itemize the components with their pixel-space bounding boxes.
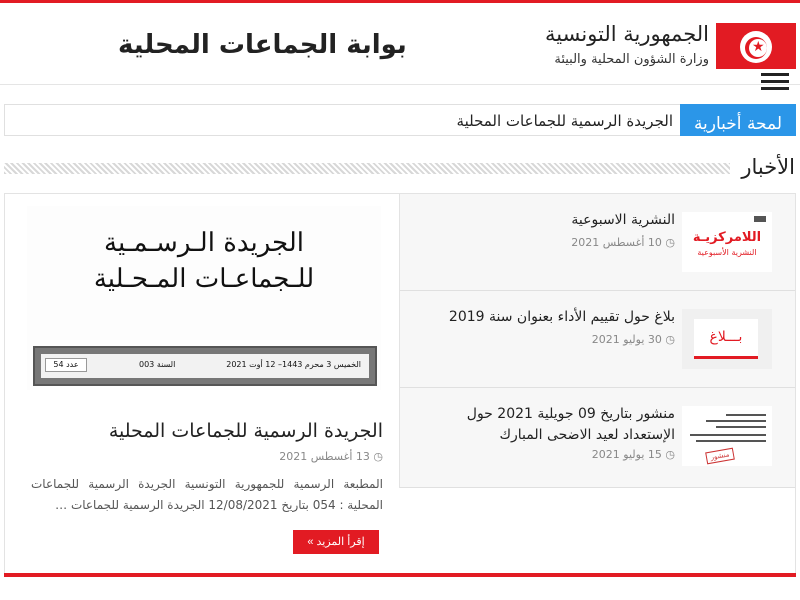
read-more-button[interactable]: إقرأ المزيد » [293, 530, 379, 554]
ministry-title[interactable]: وزارة الشؤون المحلية والبيئة [554, 52, 709, 67]
news-thumbnail[interactable]: منشور [682, 406, 772, 466]
featured-image[interactable]: الجريدة الـرسـمـية للـجماعـات المـحـلية … [27, 206, 381, 390]
republic-title[interactable]: الجمهورية التونسية [545, 22, 709, 46]
gazette-info-bar: الخميس 3 محرم 1443– 12 أوت 2021 السنة 00… [33, 346, 377, 386]
news-title[interactable]: بلاغ حول تقييم الأداء بعنوان سنة 2019 [415, 307, 675, 328]
news-title[interactable]: منشور بتاريخ 09 جويلية 2021 حول الإستعدا… [415, 404, 675, 446]
site-header: ★ الجمهورية التونسية وزارة الشؤون المحلي… [0, 3, 800, 90]
news-thumbnail[interactable]: اللامركزيـة النشرية الأسبوعية [682, 212, 772, 272]
section-title: الأخبار [741, 155, 795, 179]
gazette-year: السنة 003 [139, 360, 176, 369]
gazette-title-line1: الجريدة الـرسـمـية [104, 228, 304, 258]
featured-date: ◷ 13 أغسطس 2021 [279, 450, 383, 463]
list-item[interactable]: اللامركزيـة النشرية الأسبوعية النشرية ال… [400, 194, 795, 291]
clock-icon: ◷ [665, 333, 675, 346]
featured-article: الجريدة الـرسـمـية للـجماعـات المـحـلية … [5, 194, 399, 574]
featured-title[interactable]: الجريدة الرسمية للجماعات المحلية [109, 420, 383, 442]
bottom-accent-bar [4, 573, 796, 577]
list-item[interactable]: بـــلاغ بلاغ حول تقييم الأداء بعنوان سنة… [400, 291, 795, 388]
gazette-date: الخميس 3 محرم 1443– 12 أوت 2021 [226, 360, 361, 369]
clock-icon: ◷ [665, 236, 675, 249]
news-date: ◷ 30 يوليو 2021 [591, 333, 675, 346]
gazette-title-line2: للـجماعـات المـحـلية [93, 264, 315, 294]
clock-icon: ◷ [665, 448, 675, 461]
news-block: الجريدة الـرسـمـية للـجماعـات المـحـلية … [4, 193, 796, 575]
clock-icon: ◷ [373, 450, 383, 463]
news-ticker: لمحة أخبارية الجريدة الرسمية للجماعات ال… [4, 104, 796, 136]
news-title[interactable]: النشرية الاسبوعية [415, 210, 675, 231]
tunisia-flag-icon[interactable]: ★ [716, 23, 796, 69]
list-item[interactable]: منشور منشور بتاريخ 09 جويلية 2021 حول ال… [400, 388, 795, 488]
section-divider [4, 163, 730, 174]
news-date: ◷ 10 أغسطس 2021 [571, 236, 675, 249]
news-thumbnail[interactable]: بـــلاغ [682, 309, 772, 369]
news-date: ◷ 15 يوليو 2021 [591, 448, 675, 461]
gazette-issue: عدد 54 [45, 358, 87, 372]
featured-excerpt: المطبعة الرسمية للجمهورية التونسية الجري… [31, 477, 383, 512]
hamburger-menu-icon[interactable] [761, 73, 789, 91]
ticker-label: لمحة أخبارية [680, 104, 796, 136]
ticker-link[interactable]: الجريدة الرسمية للجماعات المحلية [457, 112, 673, 130]
portal-title[interactable]: بوابة الجماعات المحلية [118, 30, 407, 60]
news-list: اللامركزيـة النشرية الأسبوعية النشرية ال… [399, 194, 795, 488]
